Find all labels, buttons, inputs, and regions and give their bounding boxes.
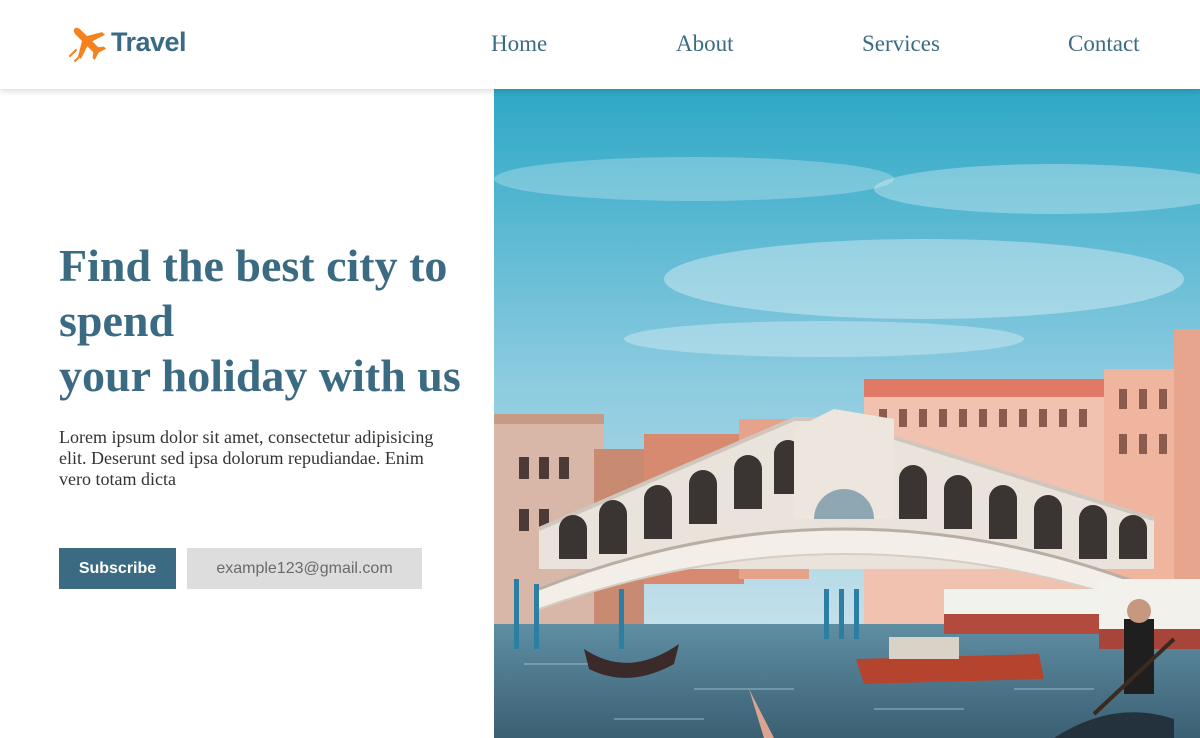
subscribe-button[interactable]: Subscribe	[59, 548, 176, 589]
headline-line: Find the best city to	[59, 240, 448, 291]
nav-contact-link[interactable]: Contact	[1068, 31, 1140, 57]
hero-image	[494, 89, 1200, 738]
nav-about-link[interactable]: About	[676, 31, 734, 57]
hero-headline: Find the best city to spend your holiday…	[59, 238, 489, 403]
nav-home-link[interactable]: Home	[491, 31, 547, 57]
email-input[interactable]	[187, 548, 422, 589]
main-nav: Home About Services Contact	[0, 31, 1200, 61]
venice-rialto-bridge-photo	[494, 89, 1200, 738]
nav-services-link[interactable]: Services	[862, 31, 940, 57]
site-header: Travel Home About Services Contact	[0, 0, 1200, 89]
hero-description: Lorem ipsum dolor sit amet, consectetur …	[59, 427, 434, 489]
headline-line: spend	[59, 295, 175, 346]
headline-line: your holiday with us	[59, 350, 461, 401]
